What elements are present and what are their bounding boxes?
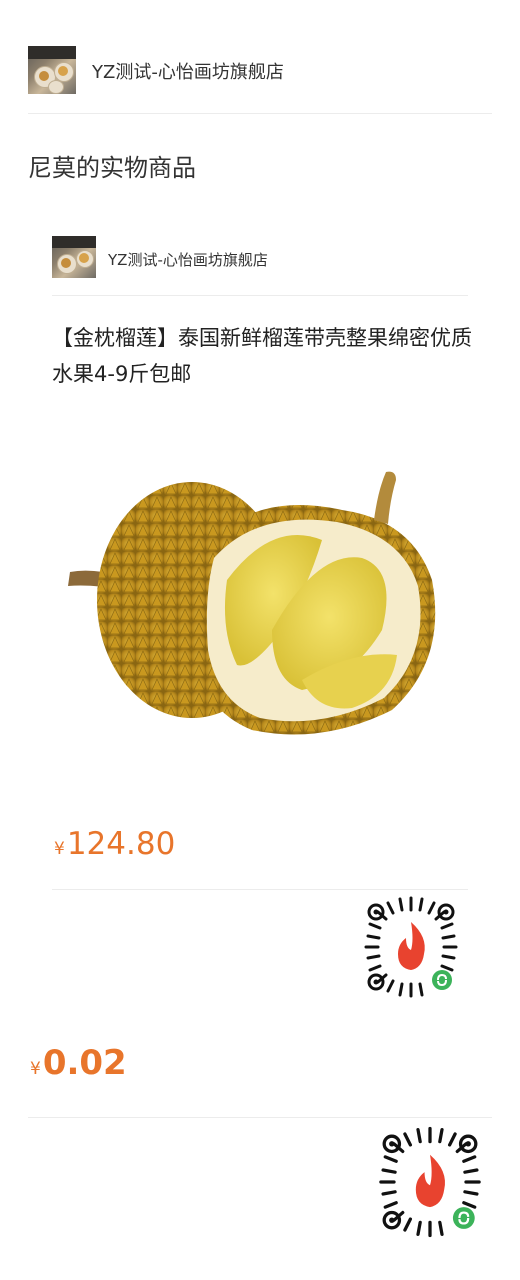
- header-divider: [28, 113, 492, 114]
- second-price-divider: [28, 1117, 492, 1118]
- shop-name[interactable]: YZ测试-心怡画坊旗舰店: [92, 58, 284, 84]
- second-price: ¥0.02: [30, 1043, 127, 1083]
- shop-avatar: [28, 46, 76, 94]
- section-title: 尼莫的实物商品: [28, 154, 196, 182]
- durian-photo[interactable]: [52, 440, 468, 770]
- price-currency: ¥: [54, 839, 65, 859]
- mini-program-code-icon[interactable]: [370, 1122, 490, 1242]
- price-divider: [52, 889, 468, 890]
- card-header-divider: [52, 295, 468, 296]
- product-title[interactable]: 【金枕榴莲】泰国新鲜榴莲带壳整果绵密优质水果4-9斤包邮: [52, 320, 472, 392]
- second-price-currency: ¥: [30, 1059, 41, 1079]
- card-shop-name[interactable]: YZ测试-心怡画坊旗舰店: [108, 249, 268, 270]
- card-shop-avatar: [52, 236, 96, 278]
- mini-program-code-icon[interactable]: [356, 892, 466, 1002]
- product-price: ¥124.80: [54, 826, 175, 862]
- price-value: 124.80: [66, 826, 176, 862]
- second-price-value: 0.02: [42, 1043, 127, 1083]
